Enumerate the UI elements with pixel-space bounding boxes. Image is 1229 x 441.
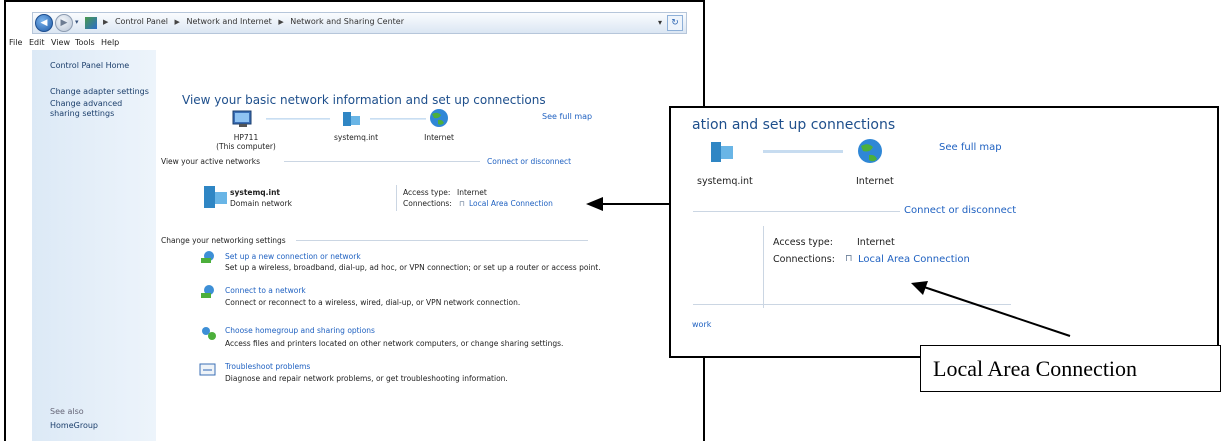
map-connector — [266, 118, 330, 120]
network-type[interactable]: Domain network — [230, 199, 292, 208]
sidebar: Control Panel Home Change adapter settin… — [32, 50, 156, 441]
internet-globe-icon — [430, 109, 448, 127]
sidebar-change-adapter[interactable]: Change adapter settings — [50, 87, 149, 97]
task-homegroup-desc: Access files and printers located on oth… — [225, 339, 564, 348]
menu-help[interactable]: Help — [101, 38, 119, 47]
sidebar-change-advanced-sharing[interactable]: Change advanced sharing settings — [50, 99, 150, 119]
internet-node-label: Internet — [424, 133, 454, 142]
breadcrumb-network-internet[interactable]: Network and Internet — [186, 17, 271, 26]
zoom-trailing-text: work — [692, 320, 712, 329]
troubleshoot-icon — [199, 363, 216, 376]
callout-label: Local Area Connection — [933, 356, 1138, 381]
breadcrumb-control-panel[interactable]: Control Panel — [115, 17, 168, 26]
refresh-icon[interactable]: ↻ — [667, 15, 683, 31]
network-sharing-center-window: ◀ ▶ ▾ ▶ Control Panel ▶ Network and Inte… — [4, 0, 705, 441]
zoom-network-icon — [711, 142, 733, 162]
zoom-ethernet-icon: ⊓ — [845, 253, 853, 264]
recent-pages-icon[interactable]: ▾ — [75, 18, 79, 26]
zoom-access-type-value: Internet — [857, 237, 895, 248]
breadcrumb-network-sharing[interactable]: Network and Sharing Center — [290, 17, 404, 26]
ethernet-icon: ⊓ — [459, 199, 465, 208]
local-area-connection-link[interactable]: Local Area Connection — [469, 199, 553, 208]
breadcrumb: ▶ Control Panel ▶ Network and Internet ▶… — [103, 17, 408, 26]
divider — [284, 161, 480, 162]
divider — [396, 185, 397, 211]
computer-name: HP711 — [233, 133, 259, 142]
zoom-connections-label: Connections: — [773, 254, 835, 265]
address-bar[interactable]: ◀ ▶ ▾ ▶ Control Panel ▶ Network and Inte… — [32, 12, 687, 34]
sidebar-homegroup[interactable]: HomeGroup — [50, 421, 98, 430]
menu-tools[interactable]: Tools — [75, 38, 95, 47]
active-networks-heading: View your active networks — [161, 157, 260, 166]
control-panel-icon — [85, 17, 97, 29]
address-dropdown-icon[interactable]: ▾ — [658, 18, 662, 27]
zoom-local-area-connection-link[interactable]: Local Area Connection — [858, 254, 970, 265]
menu-view[interactable]: View — [51, 38, 70, 47]
zoom-map-connector — [763, 150, 843, 153]
access-type-label: Access type: — [403, 188, 451, 197]
forward-button[interactable]: ▶ — [55, 14, 73, 32]
network-map — [232, 109, 448, 127]
computer-sub: (This computer) — [216, 142, 276, 151]
main-content: View your basic network information and … — [156, 50, 691, 441]
task-troubleshoot[interactable]: Troubleshoot problems — [225, 362, 310, 371]
task-connect-network[interactable]: Connect to a network — [225, 286, 306, 295]
network-icon — [343, 112, 360, 126]
breadcrumb-arrow-icon[interactable]: ▶ — [175, 18, 180, 26]
task-new-connection[interactable]: Set up a new connection or network — [225, 252, 361, 261]
task-icons — [199, 251, 216, 376]
computer-icon — [232, 110, 252, 127]
new-connection-icon — [201, 251, 214, 263]
map-connector — [370, 118, 426, 120]
menu-bar: File Edit View Tools Help — [7, 36, 703, 50]
menu-edit[interactable]: Edit — [29, 38, 45, 47]
divider — [763, 226, 764, 308]
zoom-internet-globe-icon — [858, 139, 882, 163]
network-node-label: systemq.int — [333, 133, 379, 142]
connect-network-icon — [201, 285, 214, 298]
access-type-value: Internet — [457, 188, 487, 197]
divider — [693, 211, 900, 212]
breadcrumb-arrow-icon[interactable]: ▶ — [278, 18, 283, 26]
callout-box: Local Area Connection — [920, 345, 1221, 392]
zoom-network-node-label: systemq.int — [697, 176, 753, 187]
task-troubleshoot-desc: Diagnose and repair network problems, or… — [225, 374, 508, 383]
page-title: View your basic network information and … — [182, 93, 546, 107]
zoom-see-full-map-link[interactable]: See full map — [939, 142, 1002, 153]
zoom-connect-disconnect-link[interactable]: Connect or disconnect — [904, 205, 1016, 216]
task-new-connection-desc: Set up a wireless, broadband, dial-up, a… — [225, 263, 601, 272]
back-button[interactable]: ◀ — [35, 14, 53, 32]
see-full-map-link[interactable]: See full map — [542, 112, 592, 121]
divider — [693, 304, 1011, 305]
zoom-inset: ation and set up connections See full ma… — [669, 106, 1219, 358]
see-also-heading: See also — [50, 407, 84, 416]
zoom-title: ation and set up connections — [692, 117, 896, 133]
menu-file[interactable]: File — [9, 38, 22, 47]
zoom-internet-node-label: Internet — [856, 176, 894, 187]
connections-label: Connections: — [403, 199, 452, 208]
network-name: systemq.int — [230, 188, 281, 197]
divider — [296, 240, 588, 241]
breadcrumb-arrow-icon[interactable]: ▶ — [103, 18, 108, 26]
homegroup-icon — [202, 327, 216, 340]
sidebar-control-panel-home[interactable]: Control Panel Home — [50, 61, 129, 71]
connect-disconnect-link[interactable]: Connect or disconnect — [487, 157, 571, 166]
task-connect-network-desc: Connect or reconnect to a wireless, wire… — [225, 298, 521, 307]
change-settings-heading: Change your networking settings — [161, 236, 286, 245]
task-homegroup[interactable]: Choose homegroup and sharing options — [225, 326, 375, 335]
zoom-access-type-label: Access type: — [773, 237, 833, 248]
